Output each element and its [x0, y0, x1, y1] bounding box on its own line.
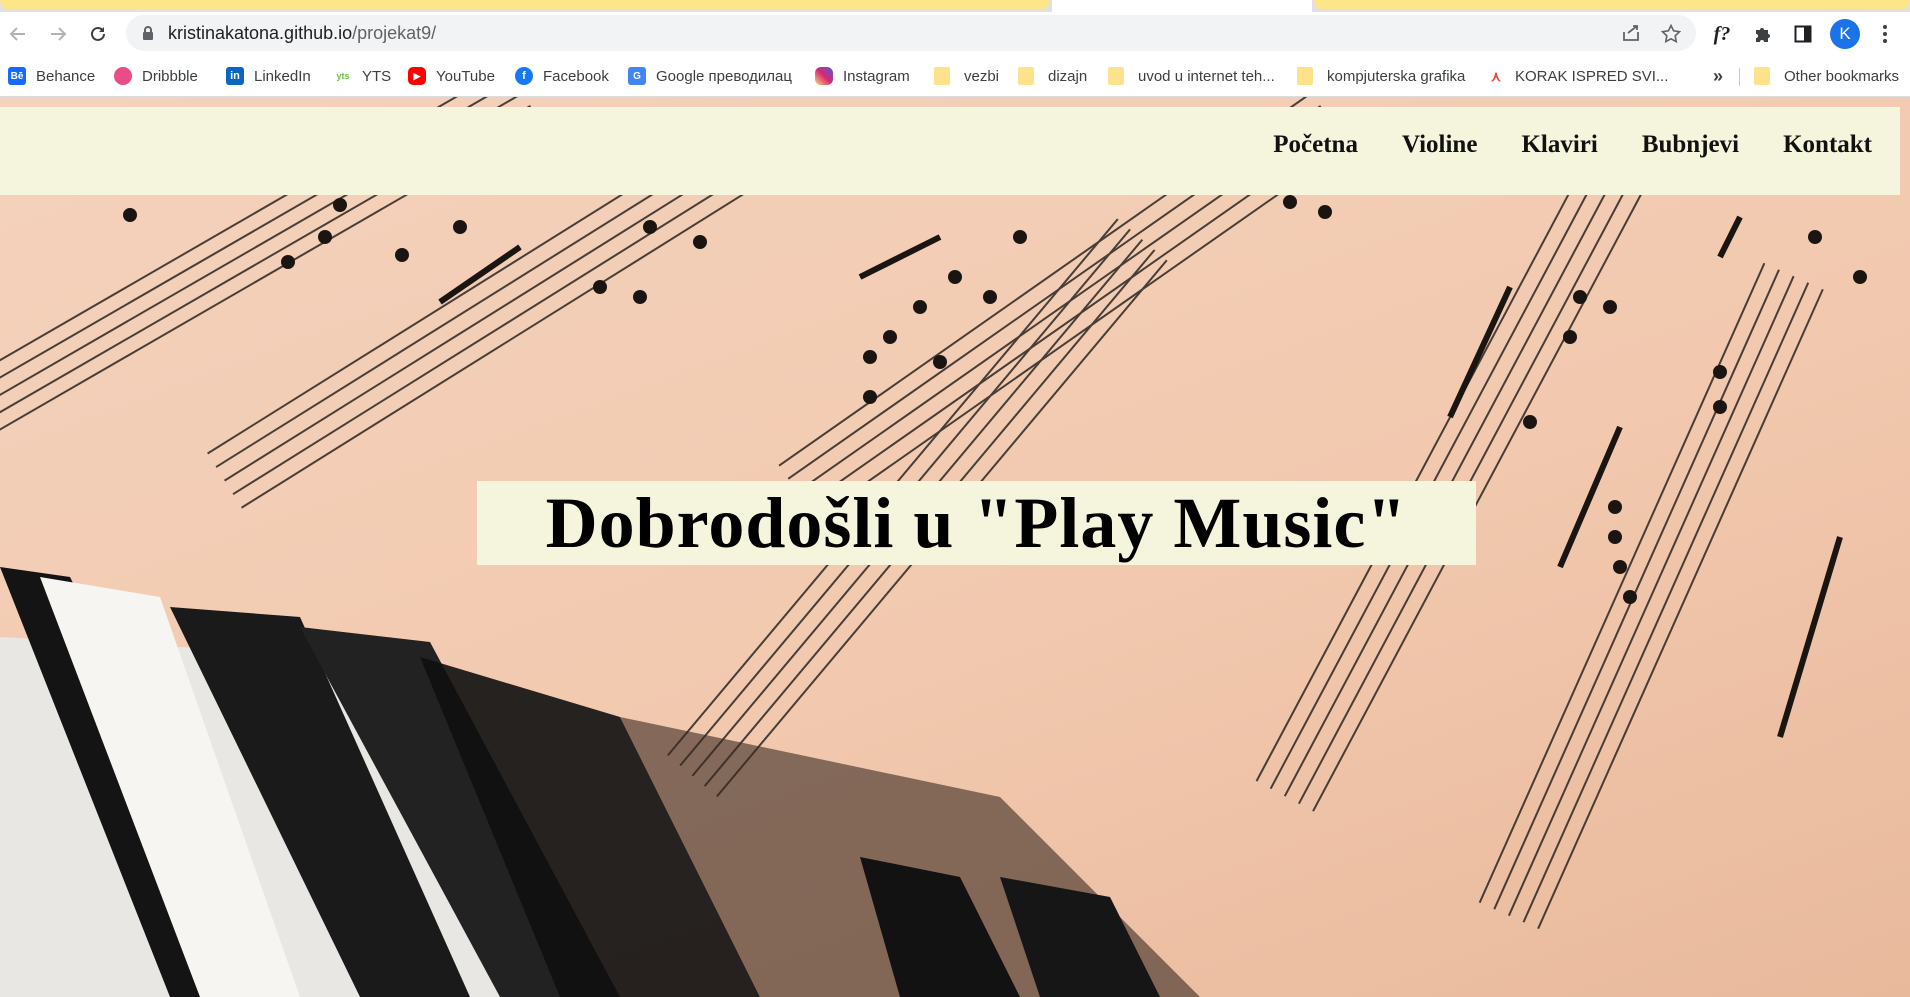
bookmark-label: kompjuterska grafika	[1327, 67, 1466, 85]
kebab-menu-icon[interactable]	[1870, 19, 1900, 49]
page-viewport: Početna Violine Klaviri Bubnjevi Kontakt…	[0, 97, 1910, 997]
nav-link-klaviri[interactable]: Klaviri	[1521, 131, 1597, 159]
url-host: kristinakatona.github.io	[168, 23, 353, 43]
nav-link-kontakt[interactable]: Kontakt	[1783, 131, 1872, 159]
share-icon[interactable]	[1621, 24, 1641, 47]
bookmarks-bar: Bē Behance Dribbble in LinkedIn yts YTS ▶ Yo…	[0, 56, 1910, 97]
puzzle-icon[interactable]	[1748, 19, 1778, 49]
nav-link-bubnjevi[interactable]: Bubnjevi	[1642, 131, 1739, 159]
bookmark-label: YouTube	[436, 67, 495, 85]
folder-icon	[1108, 67, 1124, 85]
url-path: /projekat9/	[352, 23, 437, 43]
bookmark-yts[interactable]: yts YTS	[334, 64, 391, 88]
forward-icon[interactable]	[44, 20, 72, 48]
star-icon[interactable]	[1660, 23, 1682, 48]
nav-link-violine[interactable]: Violine	[1402, 131, 1477, 159]
bookmark-dribbble[interactable]: Dribbble	[114, 64, 198, 88]
side-panel-icon[interactable]	[1788, 19, 1818, 49]
bookmark-google-translate[interactable]: G Google преводилац	[628, 64, 792, 88]
browser-toolbar: kristinakatona.github.io/projekat9/ f? K	[0, 12, 1910, 56]
bookmark-folder-kompjuterska[interactable]: kompjuterska grafika	[1297, 64, 1465, 88]
instagram-icon	[815, 67, 833, 85]
lock-icon[interactable]	[142, 26, 154, 46]
bookmark-label: vezbi	[964, 67, 1000, 85]
behance-icon: Bē	[8, 67, 26, 85]
other-bookmarks[interactable]: Other bookmarks	[1754, 64, 1899, 88]
bookmark-label: dizajn	[1048, 67, 1088, 85]
bookmark-folder-vezbi[interactable]: vezbi	[934, 64, 999, 88]
linkedin-icon: in	[226, 67, 244, 85]
bookmark-label: Facebook	[543, 67, 609, 85]
dribbble-icon	[114, 67, 132, 85]
google-translate-icon: G	[628, 67, 646, 85]
formula-extension-icon[interactable]: f?	[1707, 19, 1737, 49]
yts-icon: yts	[336, 71, 350, 81]
tab[interactable]	[0, 0, 1050, 10]
bookmark-label: YTS	[362, 67, 392, 85]
bookmarks-divider	[1739, 68, 1740, 86]
tab-strip	[0, 0, 1910, 12]
profile-avatar[interactable]: K	[1830, 19, 1860, 49]
bookmark-label: uvod u internet teh...	[1138, 67, 1275, 85]
tab[interactable]	[1314, 0, 1910, 10]
folder-icon	[1018, 67, 1034, 85]
bookmark-label: Instagram	[843, 67, 910, 85]
address-bar[interactable]: kristinakatona.github.io/projekat9/	[126, 15, 1696, 51]
bookmark-label: LinkedIn	[254, 67, 311, 85]
bookmark-folder-dizajn[interactable]: dizajn	[1018, 64, 1087, 88]
folder-icon	[1754, 67, 1770, 85]
korak-icon: ⋏	[1490, 67, 1502, 84]
facebook-icon: f	[515, 67, 533, 85]
site-navbar: Početna Violine Klaviri Bubnjevi Kontakt	[0, 107, 1900, 195]
url-text: kristinakatona.github.io/projekat9/	[168, 23, 436, 44]
active-tab[interactable]	[1052, 0, 1312, 12]
reload-icon[interactable]	[84, 20, 112, 48]
bookmark-label: Dribbble	[142, 67, 198, 85]
folder-icon	[1297, 67, 1313, 85]
bookmark-linkedin[interactable]: in LinkedIn	[226, 64, 311, 88]
bookmark-youtube[interactable]: ▶ YouTube	[408, 64, 495, 88]
bookmark-label: Behance	[36, 67, 96, 85]
nav-link-pocetna[interactable]: Početna	[1273, 131, 1358, 159]
bookmark-instagram[interactable]: Instagram	[815, 64, 910, 88]
bookmark-folder-uvod[interactable]: uvod u internet teh...	[1108, 64, 1275, 88]
welcome-heading: Dobrodošli u "Play Music"	[545, 482, 1408, 563]
bookmark-behance[interactable]: Bē Behance	[8, 64, 95, 88]
bookmark-label: Google преводилац	[656, 67, 792, 85]
bookmarks-overflow-button[interactable]: »	[1713, 64, 1723, 88]
site-nav: Početna Violine Klaviri Bubnjevi Kontakt	[1273, 131, 1872, 159]
bookmark-facebook[interactable]: f Facebook	[515, 64, 609, 88]
bookmark-label: KORAK ISPRED SVI...	[1515, 67, 1669, 85]
youtube-icon: ▶	[408, 67, 426, 85]
folder-icon	[934, 67, 950, 85]
back-icon[interactable]	[4, 20, 32, 48]
bookmark-korak[interactable]: ⋏ KORAK ISPRED SVI...	[1487, 64, 1669, 88]
bookmark-label: Other bookmarks	[1784, 67, 1900, 85]
welcome-banner: Dobrodošli u "Play Music"	[477, 481, 1476, 565]
